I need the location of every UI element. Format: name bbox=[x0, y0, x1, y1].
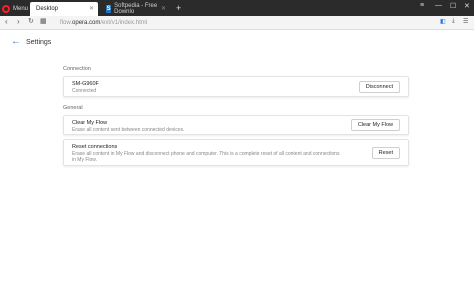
tab-menu-icon[interactable]: ≡ bbox=[420, 2, 424, 9]
settings-page: ← Settings Connection SM-G960F Connected… bbox=[0, 30, 474, 289]
vpn-badge-icon[interactable]: ◧ bbox=[440, 18, 446, 25]
url-suffix: /ext/v1/index.html bbox=[100, 20, 148, 26]
tab-label: Desktop bbox=[36, 6, 59, 12]
minimize-icon[interactable]: — bbox=[435, 2, 442, 9]
back-icon[interactable]: ‹ bbox=[5, 17, 8, 26]
section-label-connection: Connection bbox=[63, 66, 91, 72]
menu-label: Menu bbox=[13, 5, 29, 12]
tab-softpedia[interactable]: S Softpedia - Free Downlo ✕ bbox=[100, 2, 170, 16]
tab-desktop[interactable]: Desktop ✕ bbox=[30, 2, 98, 16]
close-window-icon[interactable]: ✕ bbox=[464, 2, 470, 10]
tab-bar: Menu Desktop ✕ S Softpedia - Free Downlo… bbox=[0, 0, 474, 16]
tabs-grid-icon[interactable]: ▦ bbox=[40, 17, 47, 25]
device-card: SM-G960F Connected Disconnect bbox=[63, 76, 409, 97]
opera-logo-icon bbox=[2, 4, 10, 13]
reset-button[interactable]: Reset bbox=[371, 146, 400, 159]
address-bar: ‹ › ↻ ▦ flow. opera.com /ext/v1/index.ht… bbox=[0, 16, 474, 30]
reset-connections-title: Reset connections bbox=[72, 144, 118, 150]
settings-content: Connection SM-G960F Connected Disconnect… bbox=[63, 60, 409, 170]
page-title: Settings bbox=[26, 39, 52, 46]
forward-icon[interactable]: › bbox=[17, 17, 20, 26]
browser-window: Menu Desktop ✕ S Softpedia - Free Downlo… bbox=[0, 0, 474, 289]
url-prefix: flow. bbox=[60, 20, 73, 26]
clear-my-flow-button[interactable]: Clear My Flow bbox=[350, 119, 400, 131]
back-arrow-icon[interactable]: ← bbox=[11, 37, 21, 47]
reset-connections-description: Erase all content in My Flow and disconn… bbox=[72, 151, 340, 163]
new-tab-button[interactable]: + bbox=[176, 3, 181, 13]
reload-icon[interactable]: ↻ bbox=[28, 17, 34, 25]
opera-menu-button[interactable]: Menu bbox=[2, 3, 28, 14]
url-domain: opera.com bbox=[72, 20, 101, 26]
device-name: SM-G960F bbox=[72, 81, 99, 87]
connection-status: Connected bbox=[72, 88, 97, 94]
clear-flow-card: Clear My Flow Erase all content sent bet… bbox=[63, 115, 409, 135]
url-field[interactable]: flow. opera.com /ext/v1/index.html bbox=[60, 18, 147, 28]
easy-setup-icon[interactable]: ☰ bbox=[463, 18, 468, 25]
download-icon[interactable]: ⤓ bbox=[452, 18, 455, 25]
section-label-general: General bbox=[63, 105, 83, 111]
disconnect-button[interactable]: Disconnect bbox=[358, 80, 400, 93]
close-tab-icon[interactable]: ✕ bbox=[161, 5, 166, 12]
close-tab-icon[interactable]: ✕ bbox=[89, 5, 94, 12]
softpedia-logo-icon: S bbox=[106, 5, 112, 13]
maximize-icon[interactable]: ☐ bbox=[450, 2, 456, 10]
reset-connections-card: Reset connections Erase all content in M… bbox=[63, 139, 409, 166]
